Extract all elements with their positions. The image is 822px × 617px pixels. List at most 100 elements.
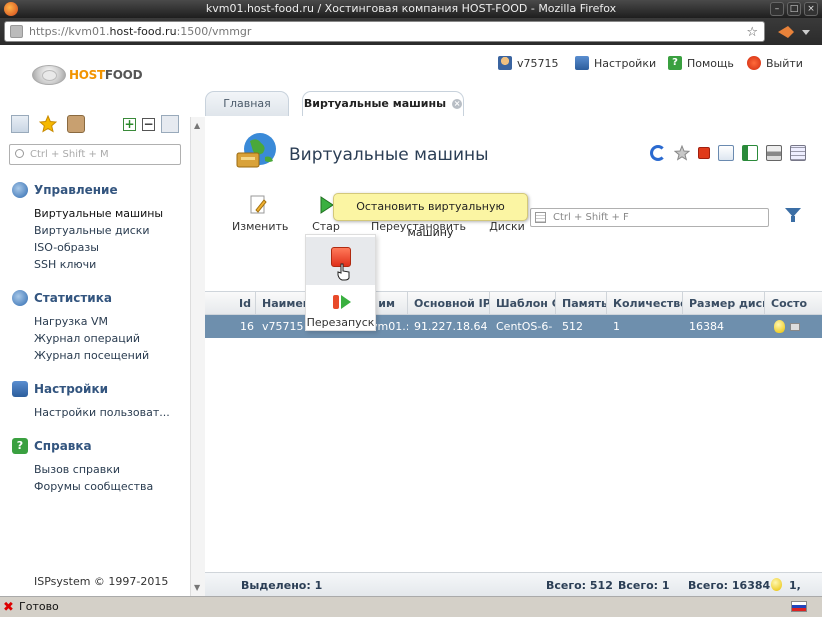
help-link[interactable]: ? Помощь	[668, 54, 734, 72]
copyright: ISPsystem © 1997-2015	[34, 575, 169, 588]
tab-strip: Главная Виртуальные машины ×	[205, 89, 822, 117]
col-count[interactable]: Количество	[607, 292, 683, 315]
total-count: Всего: 1	[618, 579, 670, 592]
stop-icon[interactable]	[698, 147, 710, 159]
sidebar-item-visits-log[interactable]: Журнал посещений	[34, 349, 149, 362]
sidebar-item-vm-load[interactable]: Нагрузка VM	[34, 315, 108, 328]
col-memory[interactable]: Память	[556, 292, 607, 315]
cell-ip: 91.227.18.64	[414, 320, 488, 333]
print-icon[interactable]	[766, 145, 782, 161]
firefox-icon[interactable]	[4, 2, 18, 16]
briefcase-icon[interactable]	[67, 115, 85, 133]
table-row[interactable]: 16 v75715 vm01.: 91.227.18.64 CentOS-6- …	[205, 315, 822, 338]
grid-search-icon	[535, 212, 546, 223]
col-status[interactable]: Состо	[765, 292, 822, 315]
sidebar-item-virtual-machines[interactable]: Виртуальные машины	[34, 207, 163, 220]
refresh-icon[interactable]	[650, 145, 666, 161]
bookmark-star-icon[interactable]: ☆	[746, 23, 758, 42]
close-tab-icon[interactable]: ×	[452, 99, 463, 109]
section-management[interactable]: Управление	[12, 182, 118, 198]
sidebar-search-placeholder: Ctrl + Shift + M	[30, 149, 109, 160]
page-title: Виртуальные машины	[289, 145, 489, 165]
globe-vm-icon	[236, 133, 276, 168]
sidebar-item-virtual-disks[interactable]: Виртуальные диски	[34, 224, 150, 237]
status-text: Готово	[19, 600, 59, 613]
russian-flag-icon[interactable]	[791, 601, 807, 612]
filter-icon[interactable]	[785, 208, 801, 222]
power-icon	[747, 56, 761, 70]
status-total: 1,	[789, 579, 801, 592]
logout-link[interactable]: Выйти	[747, 54, 803, 72]
table-footer: Выделено: 1 Всего: 512 Всего: 1 Всего: 1…	[205, 572, 822, 596]
collapse-all-icon[interactable]: −	[142, 118, 155, 131]
logo-text: HOSTFOOD	[69, 68, 143, 82]
navigation-toolbar: https://kvm01.host-food.ru:1500/vmmgr ☆	[0, 18, 822, 45]
start-dropdown-menu: Перезапуск	[305, 234, 376, 331]
scroll-up-icon[interactable]: ▲	[194, 121, 200, 130]
site-identity-icon[interactable]	[10, 25, 23, 38]
col-id[interactable]: Id	[205, 292, 256, 315]
cell-id: 16	[240, 320, 254, 333]
edit-icon	[250, 195, 267, 214]
sidebar-item-call-help[interactable]: Вызов справки	[34, 463, 120, 476]
settings-section-icon	[12, 381, 28, 397]
favorite-star-icon[interactable]	[674, 145, 690, 161]
grid-search-placeholder: Ctrl + Shift + F	[553, 212, 629, 223]
stop-menu-item[interactable]	[306, 237, 375, 285]
section-help[interactable]: ? Справка	[12, 438, 92, 454]
col-template[interactable]: Шаблон С	[490, 292, 556, 315]
edit-label: Изменить	[232, 220, 289, 233]
expand-all-icon[interactable]: +	[123, 118, 136, 131]
grid-search-input[interactable]: Ctrl + Shift + F	[530, 208, 769, 227]
col-main-ip[interactable]: Основной IP	[408, 292, 490, 315]
settings-link[interactable]: Настройки	[575, 54, 656, 72]
restart-icon[interactable]	[332, 293, 352, 311]
hostfood-logo[interactable]: HOSTFOOD	[32, 64, 143, 86]
cell-name: v75715	[262, 320, 304, 333]
section-statistics-title: Статистика	[34, 291, 112, 305]
sidebar: + − Ctrl + Shift + M Управление Виртуаль…	[0, 108, 191, 596]
help-label: Помощь	[687, 56, 734, 70]
footer-bulb-icon	[771, 578, 782, 591]
sidebar-item-iso-images[interactable]: ISO-образы	[34, 241, 99, 254]
close-window-icon[interactable]: ×	[804, 2, 818, 16]
restart-menu-item[interactable]: Перезапуск	[306, 316, 375, 329]
selected-count: Выделено: 1	[241, 579, 323, 592]
user-menu[interactable]: v75715	[498, 54, 559, 72]
address-bar[interactable]: https://kvm01.host-food.ru:1500/vmmgr ☆	[4, 21, 765, 42]
statistics-icon	[12, 290, 28, 306]
tab-home[interactable]: Главная	[205, 91, 289, 116]
minimize-icon[interactable]: –	[770, 2, 784, 16]
edit-button[interactable]: Изменить	[232, 194, 288, 233]
maximize-icon[interactable]: □	[787, 2, 801, 16]
sidebar-search-input[interactable]: Ctrl + Shift + M	[9, 144, 181, 165]
favorites-star-icon[interactable]	[39, 115, 57, 133]
tab-virtual-machines[interactable]: Виртуальные машины ×	[302, 91, 464, 117]
section-management-title: Управление	[34, 183, 118, 197]
main-panel: Виртуальные машины Изменить Стар Переуст…	[205, 116, 822, 580]
table-settings-icon[interactable]	[790, 145, 806, 161]
col-disk-size[interactable]: Размер диск	[683, 292, 765, 315]
browser-statusbar: ✖ Готово	[0, 596, 822, 617]
user-icon	[498, 56, 512, 70]
sidebar-item-community-forums[interactable]: Форумы сообщества	[34, 480, 153, 493]
sidebar-toolbar: + −	[11, 115, 181, 135]
tree-view-icon[interactable]	[11, 115, 29, 133]
tab-home-label: Главная	[223, 97, 271, 110]
section-statistics[interactable]: Статистика	[12, 290, 112, 306]
excel-export-icon[interactable]	[742, 145, 758, 161]
pin-icon[interactable]	[161, 115, 179, 133]
sidebar-item-operations-log[interactable]: Журнал операций	[34, 332, 140, 345]
sidebar-scrollbar[interactable]: ▲ ▼	[190, 117, 205, 596]
addon-icon[interactable]	[772, 22, 818, 42]
error-x-icon: ✖	[3, 600, 14, 615]
sidebar-item-user-settings[interactable]: Настройки пользоват...	[34, 406, 170, 419]
copy-icon[interactable]	[718, 145, 734, 161]
cell-count: 1	[613, 320, 620, 333]
col-name[interactable]: Наимен	[256, 292, 307, 315]
page-tools	[650, 145, 806, 163]
scroll-down-icon[interactable]: ▼	[194, 583, 200, 592]
sidebar-item-ssh-keys[interactable]: SSH ключи	[34, 258, 96, 271]
section-settings[interactable]: Настройки	[12, 381, 108, 397]
cell-template: CentOS-6-	[496, 320, 553, 333]
